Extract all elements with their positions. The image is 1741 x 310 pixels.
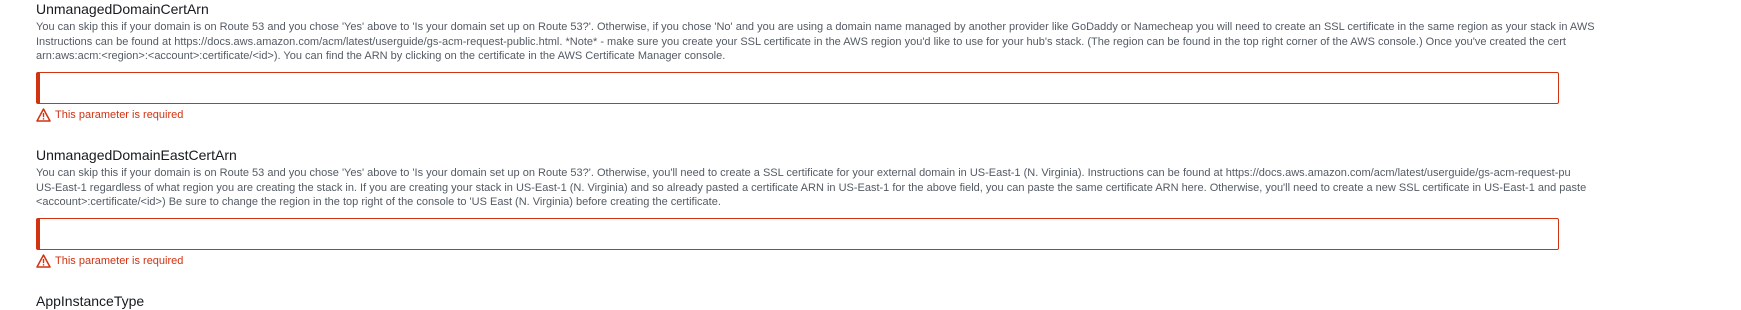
- param-label: AppInstanceType: [36, 293, 145, 309]
- param-description-line: US-East-1 regardless of what region you …: [36, 181, 1587, 194]
- unmanaged-domain-cert-arn-input[interactable]: [36, 72, 1559, 104]
- param-description-line: arn:aws:acm:<region>:<account>:certifica…: [36, 50, 726, 62]
- param-label: UnmanagedDomainEastCertArn: [36, 147, 237, 163]
- param-app-instance-type: AppInstanceType: [36, 293, 1741, 310]
- param-description: You can skip this if your domain is on R…: [36, 166, 1741, 210]
- param-label: UnmanagedDomainCertArn: [36, 1, 209, 17]
- param-unmanaged-domain-cert-arn: UnmanagedDomainCertArn You can skip this…: [36, 1, 1741, 64]
- param-description-line: You can skip this if your domain is on R…: [36, 21, 1595, 33]
- param-unmanaged-domain-east-cert-arn: UnmanagedDomainEastCertArn You can skip …: [36, 147, 1741, 210]
- error-text: This parameter is required: [55, 109, 184, 121]
- param-error-message: This parameter is required: [36, 108, 183, 122]
- warning-triangle-icon: [36, 254, 51, 268]
- error-text: This parameter is required: [55, 255, 184, 267]
- param-description-line: <account>:certificate/<id>) Be sure to c…: [36, 196, 721, 208]
- param-description-line: You can skip this if your domain is on R…: [36, 167, 1571, 179]
- param-description: You can skip this if your domain is on R…: [36, 20, 1741, 64]
- param-description-line: Instructions can be found at https://doc…: [36, 35, 1566, 48]
- param-error-message: This parameter is required: [36, 254, 183, 268]
- warning-triangle-icon: [36, 108, 51, 122]
- unmanaged-domain-east-cert-arn-input[interactable]: [36, 218, 1559, 250]
